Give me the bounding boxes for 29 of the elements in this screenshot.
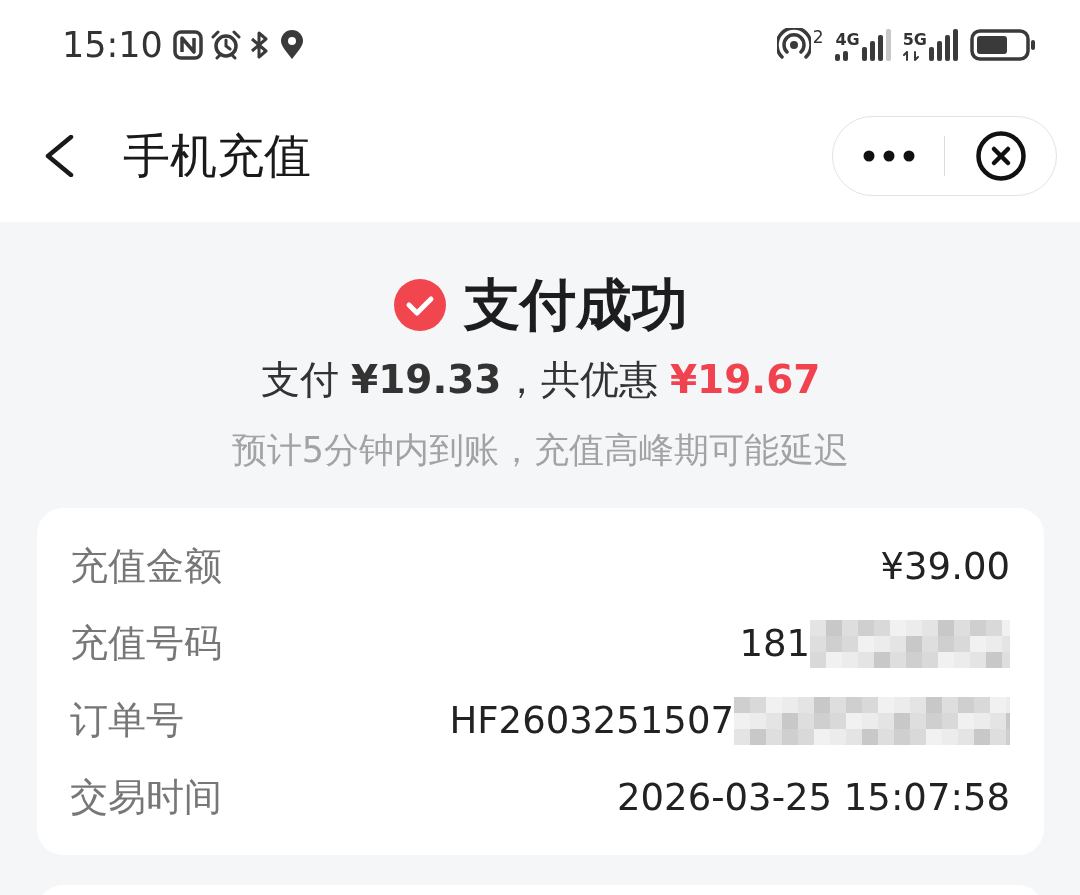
field-value: HF2603251507 bbox=[449, 699, 734, 742]
network-type-label: 5G bbox=[902, 31, 927, 49]
arrival-note: 预计5分钟内到账，充值高峰期可能延迟 bbox=[230, 429, 851, 472]
signal-icon bbox=[929, 29, 958, 61]
field-value: 2026-03-25 15:07:58 bbox=[617, 776, 1010, 819]
hotspot-count: 2 bbox=[812, 28, 824, 46]
network-type-label: 4G bbox=[835, 31, 860, 49]
hotspot-icon bbox=[776, 28, 811, 62]
payment-summary: 支付 ¥19.33，共优惠 ¥19.67 bbox=[259, 356, 822, 404]
success-title: 支付成功 bbox=[463, 273, 688, 337]
field-value: ¥39.00 bbox=[880, 545, 1010, 588]
status-time: 15:10 bbox=[62, 25, 163, 65]
signal-bars-icon bbox=[835, 51, 849, 61]
field-label: 充值金额 bbox=[70, 543, 222, 590]
alarm-icon bbox=[210, 30, 241, 60]
field-value: 181 bbox=[739, 622, 810, 665]
bluetooth-icon bbox=[248, 30, 269, 60]
chevron-left-icon bbox=[44, 135, 74, 177]
close-icon bbox=[975, 131, 1026, 181]
field-label: 订单号 bbox=[70, 697, 184, 744]
nfc-icon bbox=[172, 30, 203, 60]
battery-icon bbox=[970, 29, 1036, 61]
more-icon bbox=[862, 150, 915, 162]
field-label: 交易时间 bbox=[70, 774, 222, 821]
data-arrows-icon bbox=[902, 51, 919, 61]
field-label: 充值号码 bbox=[70, 620, 222, 667]
check-circle-icon bbox=[393, 279, 446, 331]
signal-icon bbox=[861, 29, 891, 61]
page-title: 手机充值 bbox=[123, 126, 312, 185]
